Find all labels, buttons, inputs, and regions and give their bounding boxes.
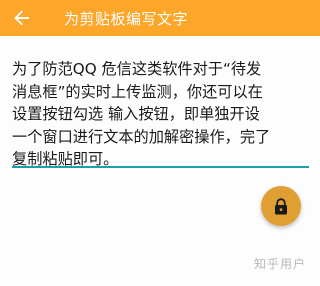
editor-underline: [12, 166, 309, 168]
screen: 为剪贴板编写文字 为了防范QQ 危信这类软件对于“待发 消息框”的实时上传监测，…: [0, 0, 320, 286]
app-title: 为剪贴板编写文字: [64, 9, 189, 28]
watermark: 知乎用户: [253, 257, 306, 271]
app-bar: 为剪贴板编写文字: [0, 0, 320, 36]
back-button[interactable]: [0, 0, 44, 36]
lock-icon: [275, 197, 287, 214]
text-editor[interactable]: 为了防范QQ 危信这类软件对于“待发 消息框”的实时上传监测，你还可以在 设置按…: [12, 58, 308, 171]
editor-text[interactable]: 为了防范QQ 危信这类软件对于“待发 消息框”的实时上传监测，你还可以在 设置按…: [12, 58, 308, 171]
arrow-back-icon: [14, 10, 29, 26]
lock-button[interactable]: [261, 186, 301, 226]
